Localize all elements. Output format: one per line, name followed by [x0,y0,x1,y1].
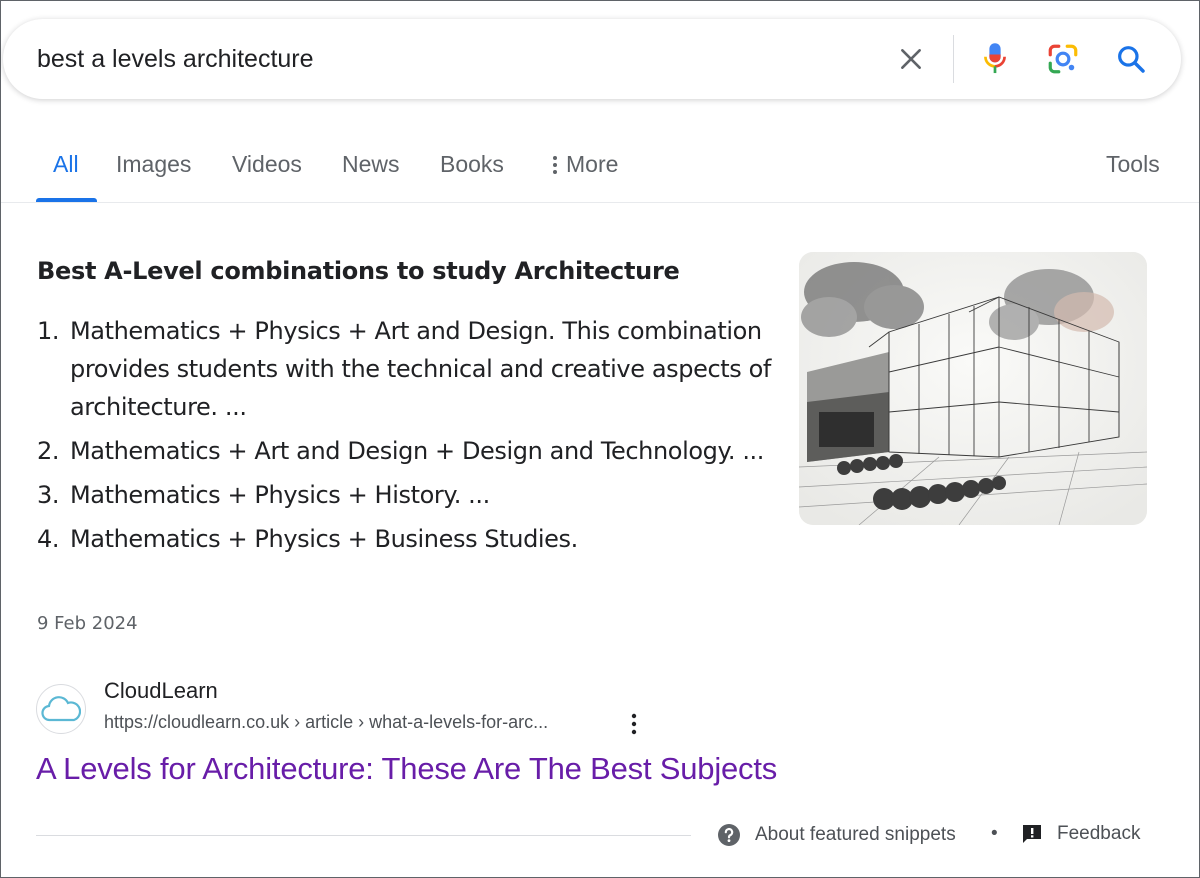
tab-all-underline [36,198,97,202]
site-url[interactable]: https://cloudlearn.co.uk › article › wha… [104,712,548,733]
search-bar-divider [953,35,954,83]
more-vert-icon [553,155,557,174]
list-item-number: 1. [37,317,60,345]
footer-divider [36,835,691,836]
site-name[interactable]: CloudLearn [104,678,218,704]
result-title-link[interactable]: A Levels for Architecture: These Are The… [36,751,777,787]
search-input[interactable] [37,43,857,75]
tab-more[interactable]: More [552,151,618,178]
list-item: 1. Mathematics + Physics + Art and Desig… [37,312,777,426]
voice-search-button[interactable] [977,41,1013,77]
more-vert-icon [631,713,637,735]
site-favicon[interactable] [36,684,86,734]
list-item: 3. Mathematics + Physics + History. ... [37,476,777,514]
list-item-text: Mathematics + Physics + Business Studies… [70,525,578,553]
tab-books[interactable]: Books [440,151,504,178]
feedback-icon [1023,825,1041,843]
tab-news[interactable]: News [342,151,400,178]
tab-videos[interactable]: Videos [232,151,302,178]
tab-images[interactable]: Images [116,151,191,178]
list-item-text: Mathematics + Physics + History. ... [70,481,490,509]
tab-tools[interactable]: Tools [1106,151,1160,178]
list-item-text: Mathematics + Physics + Art and Design. … [70,317,771,421]
about-featured-snippets-label: About featured snippets [755,824,956,845]
list-item-text: Mathematics + Art and Design + Design an… [70,437,765,465]
clear-button[interactable] [893,41,929,77]
list-item-number: 2. [37,437,60,465]
feedback-link[interactable]: Feedback [1021,823,1140,845]
search-button[interactable] [1113,41,1149,77]
list-item-number: 4. [37,525,60,553]
architecture-sketch-image[interactable] [799,252,1147,525]
footer-separator: • [991,823,998,844]
list-item: 2. Mathematics + Art and Design + Design… [37,432,777,470]
lens-icon [1048,44,1078,74]
tab-all[interactable]: All [53,151,79,178]
snippet-list: 1. Mathematics + Physics + Art and Desig… [37,312,777,564]
search-tabs: All Images Videos News Books More Tools [1,141,1199,203]
help-icon [718,824,740,846]
list-item: 4. Mathematics + Physics + Business Stud… [37,520,777,558]
snippet-date: 9 Feb 2024 [37,613,138,634]
search-bar [3,19,1181,99]
result-options-button[interactable] [623,710,645,738]
cloud-icon [41,696,81,722]
image-search-button[interactable] [1045,41,1081,77]
snippet-heading: Best A-Level combinations to study Archi… [37,257,680,285]
list-item-number: 3. [37,481,60,509]
about-featured-snippets-link[interactable]: About featured snippets [717,823,956,847]
architecture-sketch-drawing [799,252,1147,525]
search-icon [1118,46,1145,73]
close-icon [901,49,921,69]
feedback-label: Feedback [1057,823,1141,844]
mic-icon [984,43,1006,74]
tab-more-label: More [566,151,619,177]
